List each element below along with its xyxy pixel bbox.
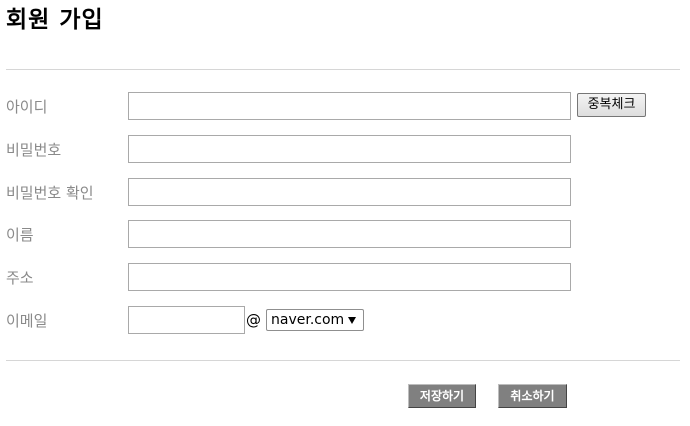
address-row: 주소 — [0, 263, 690, 293]
email-domain-select[interactable]: naver.com — [266, 309, 364, 331]
name-input[interactable] — [128, 220, 571, 248]
id-row: 아이디 중복체크 — [0, 92, 690, 122]
address-label: 주소 — [6, 269, 34, 287]
page-title: 회원 가입 — [6, 7, 104, 33]
email-label: 이메일 — [6, 312, 48, 330]
id-input[interactable] — [128, 92, 571, 120]
email-local-input[interactable] — [128, 306, 245, 334]
duplicate-check-button[interactable]: 중복체크 — [577, 93, 646, 117]
top-divider — [6, 69, 680, 70]
name-row: 이름 — [0, 220, 690, 250]
name-label: 이름 — [6, 226, 34, 244]
password-row: 비밀번호 — [0, 135, 690, 165]
signup-page: 회원 가입 아이디 중복체크 비밀번호 비밀번호 확인 이름 주소 이메일 @ … — [0, 0, 690, 426]
password-confirm-input[interactable] — [128, 178, 571, 206]
password-confirm-row: 비밀번호 확인 — [0, 178, 690, 208]
chevron-down-icon — [348, 317, 356, 324]
save-button[interactable]: 저장하기 — [408, 384, 476, 408]
address-input[interactable] — [128, 263, 571, 291]
password-input[interactable] — [128, 135, 571, 163]
at-sign: @ — [246, 311, 261, 329]
id-label: 아이디 — [6, 98, 48, 116]
password-label: 비밀번호 — [6, 141, 62, 159]
email-row: 이메일 @ naver.com — [0, 306, 690, 336]
email-domain-value: naver.com — [271, 312, 345, 328]
password-confirm-label: 비밀번호 확인 — [6, 184, 94, 202]
bottom-divider — [6, 360, 680, 361]
cancel-button[interactable]: 취소하기 — [498, 384, 567, 408]
